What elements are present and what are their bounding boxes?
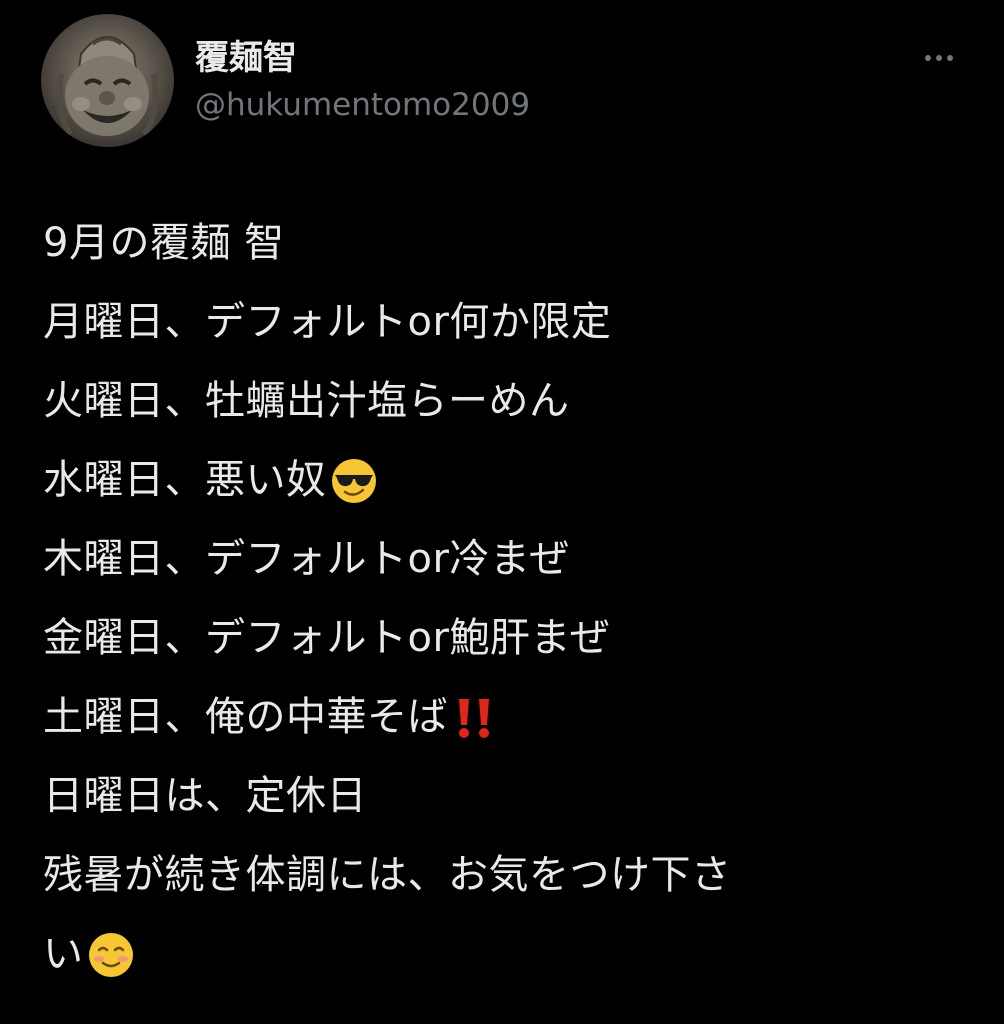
tweet-line-text: 日曜日は、定休日 [43, 773, 367, 819]
tweet-text: 9月の覆麺 智 月曜日、デフォルトor何か限定 火曜日、牡蠣出汁塩らーめん 水曜… [43, 204, 963, 994]
tweet-line: 火曜日、牡蠣出汁塩らーめん [43, 362, 963, 441]
tweet-line-text: 火曜日、牡蠣出汁塩らーめん [43, 378, 570, 424]
tweet-line: 月曜日、デフォルトor何か限定 [43, 283, 963, 362]
avatar[interactable] [41, 14, 174, 147]
tweet-line-text: い [43, 931, 84, 977]
tweet-line: 9月の覆麺 智 [43, 204, 963, 283]
tweet-line-text: 土曜日、俺の中華そば [43, 694, 448, 740]
more-options-button[interactable] [916, 40, 962, 76]
double-exclamation-emoji [450, 693, 500, 743]
user-handle[interactable]: @hukumentomo2009 [195, 84, 530, 126]
tweet-line-text: 9月の覆麺 智 [43, 220, 285, 266]
tweet-line: 土曜日、俺の中華そば [43, 678, 963, 757]
smiling-face-emoji [86, 930, 136, 980]
tweet-line-text: 残暑が続き体調には、お気をつけ下さ [43, 852, 732, 898]
tweet-line: 水曜日、悪い奴 [43, 441, 963, 520]
tweet-line-text: 木曜日、デフォルトor冷まぜ [43, 536, 570, 582]
sunglasses-face-emoji [329, 456, 379, 506]
tweet: 覆麺智 @hukumentomo2009 9月の覆麺 智 月曜日、デフォルトor… [0, 0, 1004, 1024]
tweet-line: 残暑が続き体調には、お気をつけ下さ [43, 836, 963, 915]
tweet-line: 木曜日、デフォルトor冷まぜ [43, 520, 963, 599]
tweet-line: 金曜日、デフォルトor鮑肝まぜ [43, 599, 963, 678]
tweet-line-text: 月曜日、デフォルトor何か限定 [43, 299, 612, 345]
tweet-line-text: 水曜日、悪い奴 [43, 457, 327, 503]
tweet-line: 日曜日は、定休日 [43, 757, 963, 836]
tweet-line: い [43, 915, 963, 994]
tweet-line-text: 金曜日、デフォルトor鮑肝まぜ [43, 615, 611, 661]
more-horizontal-icon [925, 55, 953, 61]
avatar-image [56, 36, 159, 136]
display-name[interactable]: 覆麺智 [195, 36, 297, 80]
